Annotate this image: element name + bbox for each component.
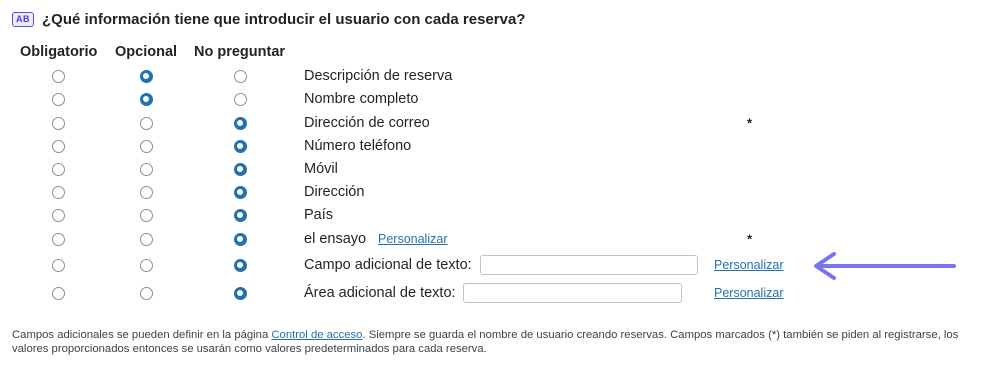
column-header-optional: Opcional bbox=[115, 44, 178, 60]
footer-note: Campos adicionales se pueden definir en … bbox=[12, 328, 972, 356]
customize-link[interactable]: Personalizar bbox=[714, 258, 783, 272]
field-row-phone: Número teléfono bbox=[0, 135, 984, 157]
radio-optional[interactable] bbox=[139, 185, 153, 199]
radio-required[interactable] bbox=[51, 162, 65, 176]
radio-dont-ask[interactable] bbox=[233, 258, 247, 272]
radio-dont-ask[interactable] bbox=[233, 185, 247, 199]
field-label: Descripción de reserva bbox=[304, 68, 453, 84]
radio-dont-ask[interactable] bbox=[233, 286, 247, 300]
radio-dont-ask[interactable] bbox=[233, 69, 247, 83]
field-row-full-name: Nombre completo bbox=[0, 88, 984, 110]
field-row-country: País bbox=[0, 204, 984, 226]
field-label: País bbox=[304, 207, 334, 223]
radio-required[interactable] bbox=[51, 69, 65, 83]
radio-dont-ask[interactable] bbox=[233, 232, 247, 246]
field-row-extra-textarea: Área adicional de texto: Personalizar bbox=[0, 282, 984, 304]
field-label: Área adicional de texto: bbox=[304, 285, 456, 301]
radio-required[interactable] bbox=[51, 208, 65, 222]
radio-dont-ask[interactable] bbox=[233, 92, 247, 106]
radio-optional[interactable] bbox=[139, 208, 153, 222]
field-row-essay: el ensayo Personalizar * bbox=[0, 228, 984, 250]
radio-required[interactable] bbox=[51, 116, 65, 130]
radio-dont-ask[interactable] bbox=[233, 162, 247, 176]
field-row-extra-text: Campo adicional de texto: Personalizar bbox=[0, 254, 984, 276]
radio-optional[interactable] bbox=[139, 232, 153, 246]
customize-link[interactable]: Personalizar bbox=[378, 232, 447, 246]
field-label: Nombre completo bbox=[304, 91, 419, 107]
radio-required[interactable] bbox=[51, 258, 65, 272]
ab-form-icon: AB bbox=[12, 11, 34, 27]
radio-dont-ask[interactable] bbox=[233, 139, 247, 153]
extra-textarea-field[interactable] bbox=[463, 283, 682, 303]
radio-required[interactable] bbox=[51, 92, 65, 106]
field-row-address: Dirección bbox=[0, 181, 984, 203]
field-label: Móvil bbox=[304, 161, 338, 177]
radio-optional[interactable] bbox=[139, 286, 153, 300]
radio-optional[interactable] bbox=[139, 139, 153, 153]
field-label: Dirección bbox=[304, 184, 365, 200]
section-heading: AB ¿Qué información tiene que introducir… bbox=[12, 8, 525, 30]
access-control-link[interactable]: Control de acceso bbox=[271, 329, 362, 341]
field-label: Número teléfono bbox=[304, 138, 412, 154]
field-label: Campo adicional de texto: bbox=[304, 257, 472, 273]
field-label: Dirección de correo bbox=[304, 115, 430, 131]
radio-required[interactable] bbox=[51, 286, 65, 300]
radio-dont-ask[interactable] bbox=[233, 116, 247, 130]
footer-text-before: Campos adicionales se pueden definir en … bbox=[12, 329, 272, 341]
field-row-mobile: Móvil bbox=[0, 158, 984, 180]
column-header-dont-ask: No preguntar bbox=[194, 44, 286, 60]
extra-text-field[interactable] bbox=[480, 255, 698, 275]
field-row-booking-description: Descripción de reserva bbox=[0, 65, 984, 87]
required-marker: * bbox=[747, 115, 753, 131]
radio-optional[interactable] bbox=[139, 162, 153, 176]
radio-required[interactable] bbox=[51, 232, 65, 246]
radio-optional[interactable] bbox=[139, 258, 153, 272]
radio-required[interactable] bbox=[51, 185, 65, 199]
radio-optional[interactable] bbox=[139, 69, 153, 83]
column-header-required: Obligatorio bbox=[20, 44, 98, 60]
section-title: ¿Qué información tiene que introducir el… bbox=[42, 10, 526, 28]
field-label: el ensayo bbox=[304, 231, 367, 247]
field-row-email: Dirección de correo * bbox=[0, 112, 984, 134]
radio-required[interactable] bbox=[51, 139, 65, 153]
required-marker: * bbox=[747, 231, 753, 247]
customize-link[interactable]: Personalizar bbox=[714, 286, 783, 300]
radio-optional[interactable] bbox=[139, 116, 153, 130]
radio-optional[interactable] bbox=[139, 92, 153, 106]
radio-dont-ask[interactable] bbox=[233, 208, 247, 222]
